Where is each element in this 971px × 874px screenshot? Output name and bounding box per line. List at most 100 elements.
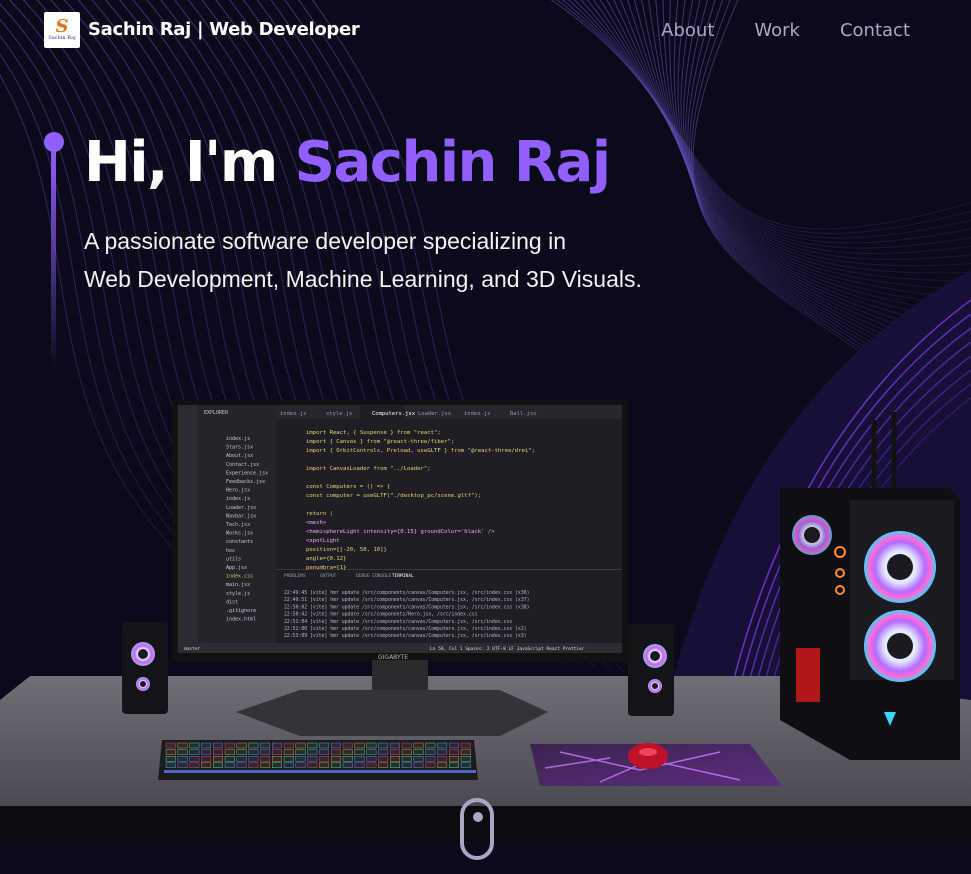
keyboard-key [248,742,259,749]
code-line: import React, { Suspense } from "react"; [306,430,441,436]
keyboard-key [378,742,389,749]
brand-title[interactable]: Sachin Raj | Web Developer [88,19,360,40]
explorer-file: .gitignore [226,608,256,614]
keyboard-key [236,762,247,768]
keyboard-key [413,749,424,755]
explorer-title: EXPLORER [204,410,229,416]
keyboard-key [366,749,377,755]
keyboard-key [201,749,212,755]
keyboard-key [425,756,436,762]
keyboard-key [342,742,353,749]
keyboard-key [212,762,223,768]
terminal-tab: DEBUG CONSOLE [356,573,392,579]
navbar: S Sachin Raj Sachin Raj | Web Developer … [0,0,971,62]
keyboard-key [449,742,459,749]
code-line: <spotLight [306,538,340,544]
keyboard-key [248,749,259,755]
keyboard-key [177,756,188,762]
keyboard-key [460,756,471,762]
terminal-line: 22:50:02 [vite] hmr update /src/componen… [284,604,529,610]
keyboard-key [260,756,271,762]
code-line: <mesh> [306,520,327,526]
left-speaker [122,622,168,714]
explorer-file: Tech.jsx [226,522,250,528]
keyboard-key [177,762,188,768]
keyboard-key [401,742,412,749]
keyboard-key [283,749,294,755]
keyboard-key [272,742,282,749]
nav-link-contact[interactable]: Contact [840,20,910,41]
keyboard-key [201,756,212,762]
hero-subtitle-line2: Web Development, Machine Learning, and 3… [84,266,642,292]
keyboard-key [295,762,306,768]
keyboard-key [390,742,400,749]
keyboard [158,740,478,780]
keyboard-key [189,749,200,755]
logo-icon[interactable]: S Sachin Raj [44,12,80,48]
keyboard-key [319,756,330,762]
code-line: <hemisphereLight intensity={0.15} ground… [306,529,495,535]
code-line: position={[-20, 50, 10]} [306,547,387,553]
keyboard-key [401,756,412,762]
code-line: angle={0.12} [306,556,346,562]
keyboard-key [449,756,459,762]
explorer-file: Navbar.jsx [226,513,256,519]
explorer-file: App.jsx [226,565,247,571]
status-right: Ln 50, Col 1 Spaces: 2 UTF-8 LF JavaScri… [430,646,585,652]
keyboard-key [177,742,188,749]
keyboard-key [272,756,282,762]
keyboard-key [189,756,200,762]
nav-link-work[interactable]: Work [754,20,800,41]
keyboard-key [295,749,306,755]
keyboard-key [260,749,271,755]
explorer-file: hoc [226,548,235,554]
monitor-base [236,690,548,736]
hero-title: Hi, I'm Sachin Raj [84,130,611,195]
keyboard-key [366,762,377,768]
explorer-file: index.js [226,436,250,442]
keyboard-key [342,756,353,762]
keyboard-key [401,762,412,768]
explorer-file: Loader.jsx [226,505,256,511]
terminal-line: 22:49:51 [vite] hmr update /src/componen… [284,597,529,603]
desk-scene-canvas[interactable]: GIGABYTE index.js style.js Computers.jsx Lo… [0,330,971,874]
keyboard-key [342,749,353,755]
hero-subtitle-line1: A passionate software developer speciali… [84,228,567,254]
keyboard-key [354,749,365,755]
code-line: const Computers = () => { [306,484,390,490]
keyboard-key [307,756,318,762]
keyboard-key [201,762,212,768]
keyboard-key [236,756,247,762]
editor-tab: style.js [326,411,353,417]
keyboard-key [413,762,424,768]
right-speaker [628,624,674,716]
explorer-file: index.js [226,496,250,502]
keyboard-key [248,762,259,768]
nav-link-about[interactable]: About [661,20,714,41]
keyboard-key [366,756,377,762]
keyboard-key [425,749,436,755]
mouse-scroll-icon[interactable] [460,798,494,860]
keyboard-key [378,762,389,768]
terminal-line: 22:50:42 [vite] hmr update /src/componen… [284,612,478,618]
editor-tab: Computers.jsx [372,411,416,417]
keyboard-key [413,756,424,762]
keyboard-key [236,749,247,755]
explorer-file: utils [226,556,241,562]
pc-case [780,412,960,760]
scroll-dot [473,812,483,822]
keyboard-key [413,742,424,749]
keyboard-key [366,742,377,749]
keyboard-key [390,762,400,768]
code-line: import CanvasLoader from "../Loader"; [306,466,431,472]
keyboard-key [449,749,459,755]
code-line: import { Canvas } from "@react-three/fib… [306,439,454,445]
explorer-file: About.jsx [226,453,253,459]
keyboard-key [272,749,282,755]
keyboard-key [390,756,400,762]
editor-tab: index.js [464,411,491,417]
keyboard-key [165,742,176,749]
explorer-file: Works.jsx [226,531,253,537]
keyboard-key [425,762,436,768]
keyboard-key [248,756,259,762]
